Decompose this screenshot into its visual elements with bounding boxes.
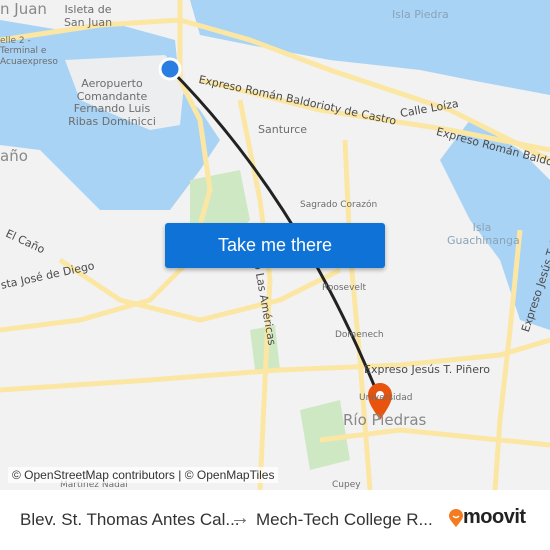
moovit-pin-icon xyxy=(449,508,463,527)
arrow-right-icon: → xyxy=(230,507,250,529)
label-rio-piedras: Río Piedras xyxy=(343,411,427,429)
origin-name: Blev. St. Thomas Antes Cal... xyxy=(20,510,240,529)
label-jesus-pinero: Expreso Jesús T. Piñero xyxy=(364,363,490,376)
label-roosevelt: Roosevelt xyxy=(322,283,366,293)
map[interactable]: n Juan Isleta de San Juan elle 2 - Termi… xyxy=(0,0,550,490)
take-me-there-button[interactable]: Take me there xyxy=(165,223,385,268)
label-isleta: Isleta de San Juan xyxy=(63,3,113,29)
footer: Blev. St. Thomas Antes Cal... → Mech-Tec… xyxy=(0,490,550,550)
label-isla-piedra: Isla Piedra xyxy=(392,8,449,21)
map-attribution[interactable]: © OpenStreetMap contributors | © OpenMap… xyxy=(8,467,279,483)
origin-marker[interactable] xyxy=(158,57,182,81)
label-isla-guachinanga: Isla Guachinanga xyxy=(447,221,520,247)
label-airport: Aeropuerto Comandante Fernando Luis Riba… xyxy=(68,77,156,128)
label-universidad: Universidad xyxy=(359,393,413,403)
destination-name: Mech-Tech College R... xyxy=(256,510,433,529)
label-san-juan: n Juan xyxy=(0,0,47,18)
moovit-wordmark: moovit xyxy=(463,506,526,528)
label-cupey: Cupey xyxy=(332,480,361,490)
label-domenech: Domenech xyxy=(335,330,384,340)
label-santurce: Santurce xyxy=(258,123,308,136)
moovit-logo: moovit xyxy=(449,506,526,529)
label-cano: año xyxy=(0,147,28,165)
label-terminal: elle 2 - Terminal e Acuaexpreso xyxy=(0,36,58,67)
label-sagrado: Sagrado Corazón xyxy=(300,200,378,210)
